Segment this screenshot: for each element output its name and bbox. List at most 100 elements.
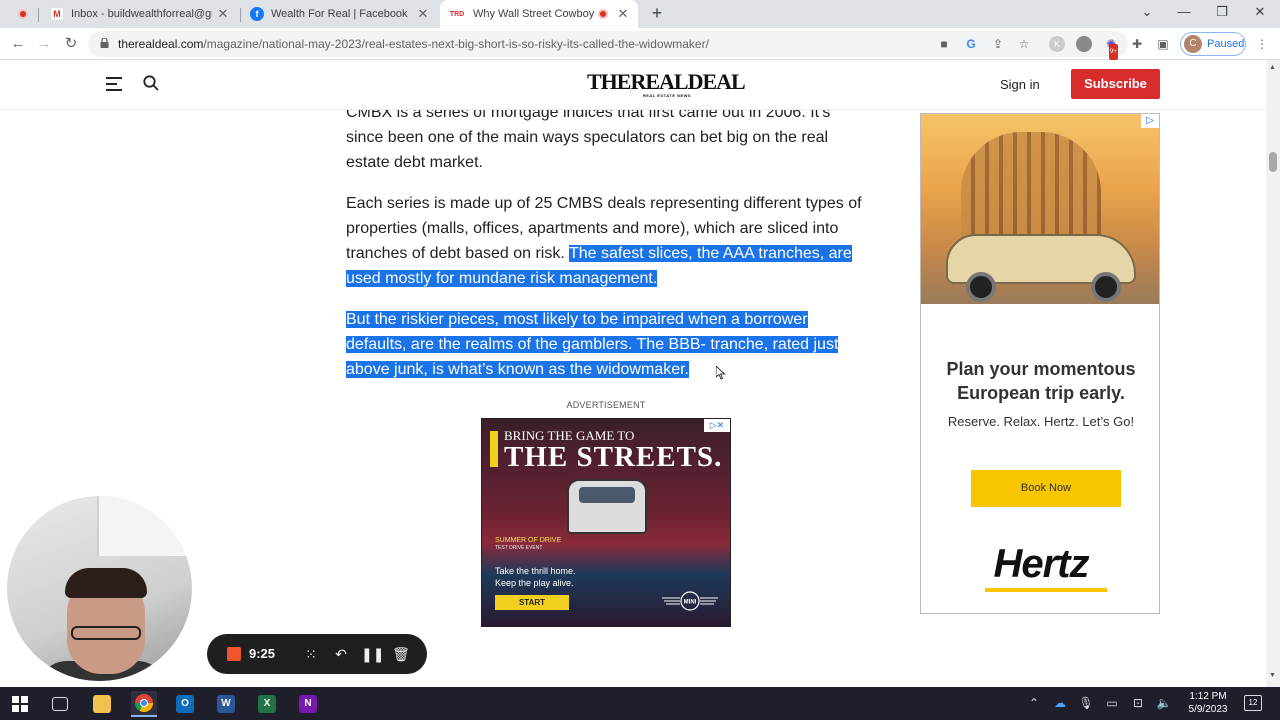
- article-paragraph: CMBX is a series of mortgage indices tha…: [346, 104, 831, 171]
- page-scrollbar[interactable]: ▲ ▼: [1266, 60, 1280, 687]
- tab-search-chevron-icon[interactable]: ⌄: [1137, 4, 1157, 20]
- tab-facebook[interactable]: f Wealth For Real | Facebook ✕: [242, 0, 438, 28]
- scrollbar-thumb[interactable]: [1269, 152, 1277, 172]
- network-icon[interactable]: ⊡: [1130, 696, 1146, 710]
- subscribe-button[interactable]: Subscribe: [1071, 69, 1160, 99]
- mini-logo-icon: MINI: [662, 591, 718, 611]
- mini-advertisement[interactable]: BRING THE GAME TO THE STREETS. SUMMER OF…: [481, 418, 731, 627]
- close-tab-icon[interactable]: ✕: [616, 6, 630, 22]
- forward-arrow-icon[interactable]: →: [34, 34, 54, 54]
- article-paragraph: But the riskier pieces, most likely to b…: [346, 307, 866, 382]
- mini-logo-text: MINI: [684, 600, 697, 606]
- browser-tab-strip: M Inbox - buildwealthforreal@gmai ✕ f We…: [0, 0, 1280, 28]
- tab-separator: [38, 8, 39, 22]
- article-paragraph: Each series is made up of 25 CMBS deals …: [346, 191, 866, 291]
- notification-center-icon[interactable]: 12: [1244, 695, 1262, 711]
- microphone-icon[interactable]: 🎙: [1078, 696, 1094, 710]
- ad-tagline-line: Keep the play alive.: [495, 578, 574, 588]
- system-clock[interactable]: 1:12 PM 5/9/2023: [1180, 690, 1236, 716]
- clock-time: 1:12 PM: [1189, 691, 1227, 702]
- back-arrow-icon[interactable]: ←: [8, 34, 28, 54]
- hertz-advertisement[interactable]: ▷ Plan your momentous European trip earl…: [920, 113, 1160, 614]
- ad-subheadline: Reserve. Relax. Hertz. Let’s Go!: [947, 414, 1135, 429]
- stop-recording-icon[interactable]: [227, 647, 241, 661]
- close-tab-icon[interactable]: ✕: [416, 6, 430, 22]
- pause-icon[interactable]: ❚❚: [361, 644, 384, 664]
- grid-dots-icon[interactable]: ⁙: [301, 644, 321, 664]
- clock-date: 5/9/2023: [1188, 704, 1228, 715]
- extension-badge-icon[interactable]: ✺9+: [1103, 36, 1119, 60]
- show-hidden-icons-chevron-icon[interactable]: ⌃: [1026, 696, 1042, 710]
- tab-title: Inbox - buildwealthforreal@gmai: [71, 8, 212, 20]
- file-explorer-icon[interactable]: [89, 691, 115, 717]
- site-logo[interactable]: THEREALDEAL REAL ESTATE NEWS: [587, 69, 746, 99]
- battery-icon[interactable]: ▭: [1104, 696, 1120, 710]
- tab-therealdeal[interactable]: TRD Why Wall Street Cowboys Be ✕: [440, 0, 638, 28]
- article-body: CMBX is a series of mortgage indices tha…: [346, 100, 866, 398]
- extension-circle-icon[interactable]: [1076, 36, 1092, 52]
- recording-dot-icon: [598, 9, 608, 19]
- lock-icon: [100, 38, 109, 48]
- screen-recorder-controls: 9:25 ⁙ ↶ ❚❚ 🗑: [207, 634, 427, 674]
- sign-in-link[interactable]: Sign in: [1000, 77, 1040, 92]
- hertz-logo-underline: [985, 588, 1107, 592]
- tab-title: Why Wall Street Cowboys Be: [473, 8, 594, 20]
- ad-tagline-line: Take the thrill home.: [495, 566, 576, 576]
- bookmark-star-icon[interactable]: ☆: [1016, 36, 1032, 52]
- extension-k-icon[interactable]: K: [1049, 36, 1065, 52]
- ad-start-button[interactable]: START: [495, 595, 569, 610]
- logo-text: THEREALDEAL: [587, 69, 746, 94]
- word-icon[interactable]: W: [213, 691, 239, 717]
- ad-headline-large: THE STREETS.: [504, 441, 723, 473]
- hamburger-menu-icon[interactable]: [106, 77, 122, 91]
- windows-start-icon[interactable]: [7, 691, 33, 717]
- selected-text: But the riskier pieces, most likely to b…: [346, 311, 839, 378]
- onenote-icon[interactable]: N: [295, 691, 321, 717]
- camera-icon[interactable]: ■: [936, 36, 952, 52]
- close-tab-icon[interactable]: ✕: [216, 6, 230, 22]
- book-now-button[interactable]: Book Now: [971, 470, 1121, 507]
- close-window-icon[interactable]: ✕: [1250, 4, 1270, 20]
- volume-icon[interactable]: 🔈: [1156, 696, 1172, 710]
- reload-icon[interactable]: ↻: [61, 34, 81, 54]
- google-icon[interactable]: G: [963, 36, 979, 52]
- recording-tab-indicator[interactable]: [10, 0, 36, 28]
- task-view-icon[interactable]: [47, 691, 73, 717]
- maximize-icon[interactable]: ❐: [1212, 4, 1232, 20]
- trd-icon: TRD: [448, 7, 466, 21]
- colosseum-car-image: [921, 114, 1159, 304]
- minimize-icon[interactable]: —: [1174, 4, 1194, 19]
- side-panel-icon[interactable]: ▣: [1155, 36, 1171, 52]
- url-domain: therealdeal.com: [118, 37, 204, 51]
- ad-event-title: SUMMER OF DRIVE: [495, 537, 562, 544]
- outlook-icon[interactable]: O: [172, 691, 198, 717]
- trash-icon[interactable]: 🗑: [391, 644, 411, 664]
- profile-status: Paused: [1207, 38, 1245, 50]
- profile-paused-button[interactable]: C Paused: [1180, 32, 1246, 56]
- excel-icon[interactable]: X: [254, 691, 280, 717]
- tab-gmail[interactable]: M Inbox - buildwealthforreal@gmai ✕: [42, 0, 238, 28]
- recording-timer: 9:25: [249, 646, 276, 661]
- onedrive-cloud-icon[interactable]: ☁: [1052, 696, 1068, 710]
- profile-avatar: C: [1184, 35, 1202, 53]
- undo-icon[interactable]: ↶: [331, 644, 351, 664]
- recording-dot-icon: [18, 9, 28, 19]
- hertz-logo: Hertz: [993, 542, 1089, 586]
- adchoices-close-icon[interactable]: ▷✕: [704, 419, 730, 432]
- search-icon[interactable]: [143, 75, 159, 91]
- puzzle-extensions-icon[interactable]: ✚: [1129, 36, 1145, 52]
- extension-badge-count: 9+: [1109, 44, 1118, 60]
- ad-accent-bar: [490, 431, 498, 467]
- share-icon[interactable]: ⇪: [990, 36, 1006, 52]
- tab-title: Wealth For Real | Facebook: [271, 8, 408, 20]
- adchoices-icon[interactable]: ▷: [1141, 114, 1159, 128]
- mouse-cursor-icon: [716, 366, 726, 380]
- url-path: /magazine/national-may-2023/real-estates…: [203, 37, 709, 51]
- scroll-down-arrow-icon[interactable]: ▼: [1269, 672, 1276, 679]
- new-tab-plus-icon[interactable]: +: [647, 3, 667, 24]
- car-image: [567, 479, 647, 534]
- chrome-icon[interactable]: [131, 691, 157, 717]
- kebab-menu-icon[interactable]: ⋮: [1254, 36, 1270, 52]
- scroll-up-arrow-icon[interactable]: ▲: [1269, 64, 1276, 71]
- advertisement-label: ADVERTISEMENT: [566, 400, 646, 410]
